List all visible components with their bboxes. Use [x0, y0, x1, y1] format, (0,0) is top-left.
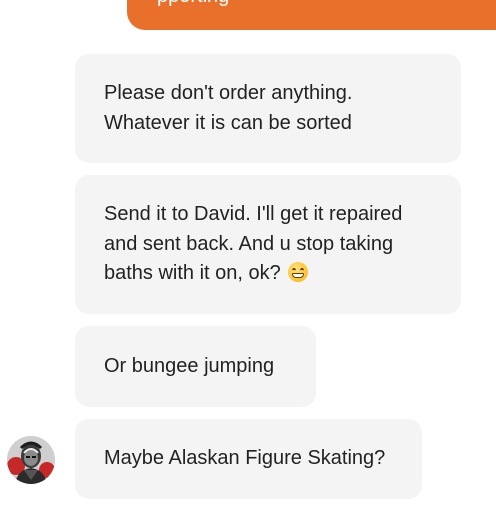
grinning-face-icon	[288, 262, 309, 283]
chat-thread: pporting Please don't order anything. Wh…	[0, 0, 496, 509]
sent-message-bubble[interactable]: pporting	[127, 0, 496, 30]
avatar-image	[7, 436, 55, 484]
message-text: Send it to David. I'll get it repaired a…	[104, 203, 403, 285]
sent-message-text: pporting	[157, 0, 229, 8]
message-text: Or bungee jumping	[104, 354, 275, 377]
message-text: Maybe Alaskan Figure Skating?	[104, 447, 386, 470]
received-message-bubble[interactable]: Or bungee jumping	[75, 326, 316, 407]
received-message-bubble[interactable]: Please don't order anything. Whatever it…	[75, 54, 461, 163]
message-text-wrapper: Send it to David. I'll get it repaired a…	[104, 200, 402, 289]
received-message-bubble[interactable]: Send it to David. I'll get it repaired a…	[75, 175, 461, 314]
sender-avatar[interactable]	[7, 436, 55, 484]
received-message-bubble[interactable]: Maybe Alaskan Figure Skating?	[75, 419, 422, 499]
message-text: Please don't order anything. Whatever it…	[104, 82, 353, 134]
